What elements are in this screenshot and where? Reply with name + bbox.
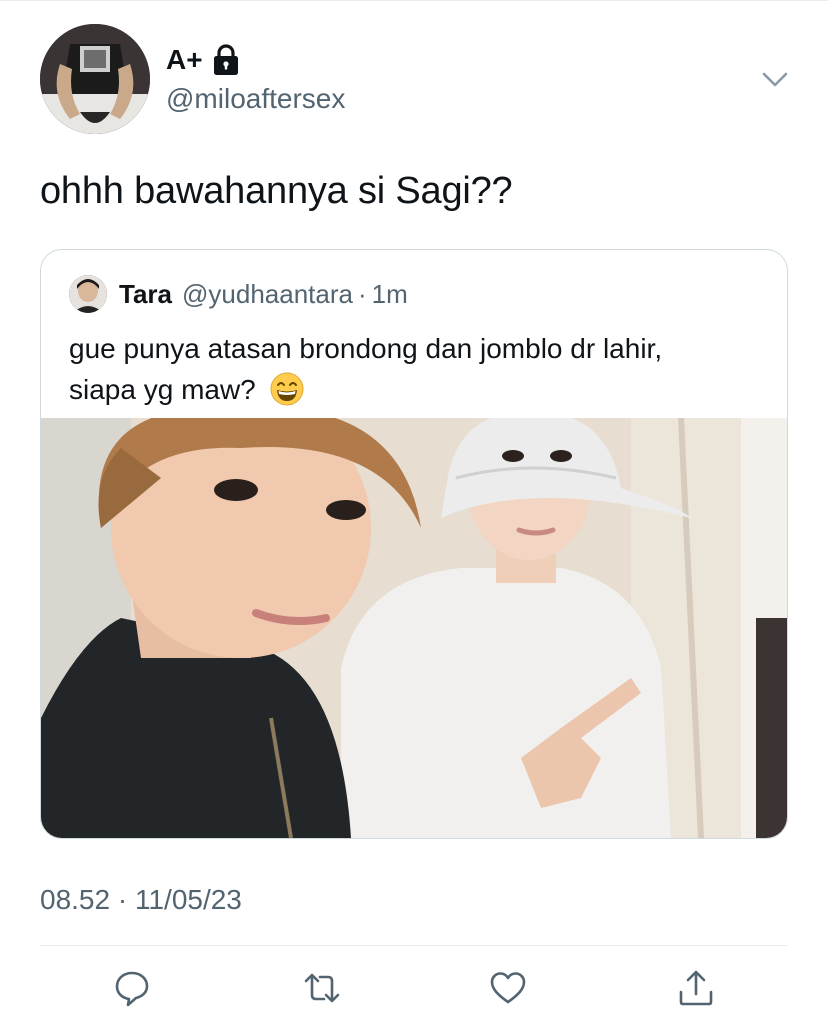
- quoted-author-handle: @yudhaantara: [182, 278, 353, 309]
- quoted-author-name: Tara: [119, 278, 172, 309]
- author-display-name[interactable]: A+: [166, 44, 203, 76]
- top-divider: [0, 0, 828, 1]
- author-name-row: A+: [166, 43, 239, 77]
- quoted-text-line-2: siapa yg maw?: [69, 374, 256, 405]
- retweet-icon[interactable]: [296, 962, 348, 1014]
- quoted-text-line-1: gue punya atasan brondong dan jomblo dr …: [69, 333, 663, 364]
- quoted-author-avatar: [69, 275, 107, 313]
- lock-icon: [213, 44, 239, 76]
- tweet-text: ohhh bawahannya si Sagi??: [40, 170, 513, 212]
- grinning-face-emoji-icon: [270, 372, 304, 406]
- chevron-down-icon[interactable]: [760, 64, 790, 94]
- quoted-separator: ·: [357, 278, 367, 309]
- tweet-date: 11/05/23: [134, 884, 242, 915]
- tweet-actions-bar: [0, 962, 828, 1014]
- tweet-time: 08.52: [40, 884, 111, 915]
- reply-icon[interactable]: [106, 962, 158, 1014]
- share-icon[interactable]: [670, 962, 722, 1014]
- quoted-time: 1m: [371, 278, 408, 309]
- actions-divider: [40, 945, 788, 946]
- quoted-tweet-header: Tara @yudhaantara · 1m: [69, 274, 408, 314]
- quoted-tweet-photo[interactable]: [41, 418, 787, 838]
- author-handle[interactable]: @miloaftersex: [166, 83, 345, 115]
- quoted-tweet-text: gue punya atasan brondong dan jomblo dr …: [69, 328, 769, 410]
- timestamp-separator: ·: [117, 884, 128, 915]
- author-avatar[interactable]: [40, 24, 150, 134]
- like-icon[interactable]: [482, 962, 534, 1014]
- tweet-timestamp: 08.52 · 11/05/23: [40, 884, 242, 916]
- quoted-tweet-card[interactable]: Tara @yudhaantara · 1m gue punya atasan …: [40, 249, 788, 839]
